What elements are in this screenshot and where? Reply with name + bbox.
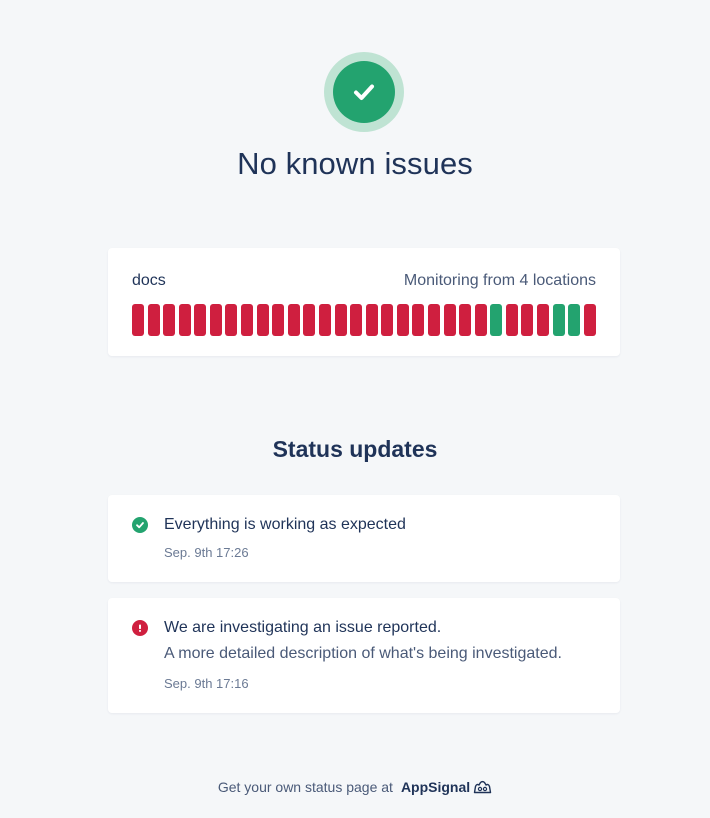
uptime-bars (132, 304, 596, 336)
uptime-bar-down[interactable] (521, 304, 534, 336)
status-updates-title: Status updates (272, 436, 438, 462)
monitor-name: docs (132, 272, 166, 289)
uptime-bar-down[interactable] (537, 304, 550, 336)
uptime-bar-down[interactable] (459, 304, 472, 336)
uptime-bar-down[interactable] (163, 304, 176, 336)
uptime-bar-down[interactable] (474, 304, 487, 336)
update-title: Everything is working as expected (164, 516, 406, 533)
uptime-bar-up[interactable] (552, 304, 565, 336)
uptime-bar-down[interactable] (132, 304, 144, 336)
uptime-bar-down[interactable] (318, 304, 331, 336)
uptime-bar-down[interactable] (443, 304, 456, 336)
uptime-bar-down[interactable] (256, 304, 269, 336)
check-icon (333, 61, 395, 123)
uptime-bar-down[interactable] (334, 304, 347, 336)
uptime-bar-down[interactable] (381, 304, 394, 336)
uptime-bar-down[interactable] (505, 304, 518, 336)
appsignal-link[interactable]: AppSignal (401, 779, 492, 795)
uptime-bar-down[interactable] (412, 304, 425, 336)
status-update-item: We are investigating an issue reported. … (108, 598, 620, 713)
uptime-bar-down[interactable] (350, 304, 363, 336)
uptime-bar-down[interactable] (583, 304, 596, 336)
uptime-bar-down[interactable] (147, 304, 160, 336)
appsignal-logo-icon (473, 780, 492, 794)
uptime-bar-down[interactable] (303, 304, 316, 336)
check-circle-icon (132, 517, 148, 533)
monitor-locations: Monitoring from 4 locations (403, 272, 596, 289)
uptime-bar-down[interactable] (178, 304, 191, 336)
monitor-card: docs Monitoring from 4 locations (108, 248, 620, 356)
appsignal-brand-text: AppSignal (400, 779, 471, 795)
uptime-bar-down[interactable] (427, 304, 440, 336)
update-description: A more detailed description of what's be… (164, 645, 562, 662)
uptime-bar-down[interactable] (272, 304, 285, 336)
status-update-item: Everything is working as expected Sep. 9… (108, 495, 620, 582)
uptime-bar-down[interactable] (209, 304, 222, 336)
uptime-bar-down[interactable] (287, 304, 300, 336)
status-indicator (324, 52, 404, 132)
exclamation-circle-icon (132, 620, 148, 636)
footer-text: Get your own status page at (217, 779, 393, 795)
status-headline: No known issues (237, 146, 473, 181)
uptime-bar-down[interactable] (241, 304, 254, 336)
update-title: We are investigating an issue reported. (164, 619, 442, 636)
footer: Get your own status page at AppSignal (0, 779, 710, 795)
update-time: Sep. 9th 17:16 (164, 676, 249, 691)
uptime-bar-down[interactable] (225, 304, 238, 336)
uptime-bar-down[interactable] (194, 304, 207, 336)
uptime-bar-up[interactable] (490, 304, 503, 336)
uptime-bar-up[interactable] (568, 304, 581, 336)
update-time: Sep. 9th 17:26 (164, 545, 249, 560)
uptime-bar-down[interactable] (365, 304, 378, 336)
uptime-bar-down[interactable] (396, 304, 409, 336)
